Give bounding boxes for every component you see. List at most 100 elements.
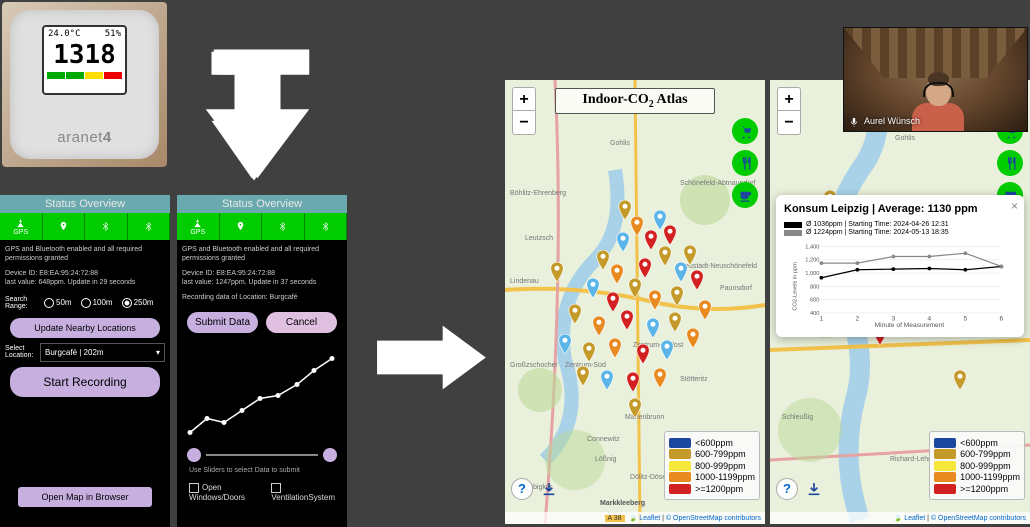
zoom-in-button[interactable]: + [778,88,800,111]
map-pin[interactable] [638,258,653,278]
status-chips: GPS [0,213,170,240]
aranet-brand: aranet4 [10,129,159,146]
chip-location [43,213,86,240]
svg-text:Minute of Measurement: Minute of Measurement [875,322,945,329]
svg-text:400: 400 [810,311,819,317]
map-pin[interactable] [606,292,621,312]
cancel-button[interactable]: Cancel [266,312,337,333]
download-button[interactable] [803,478,825,500]
zoom-in-button[interactable]: + [513,88,535,111]
map-pin[interactable] [616,232,631,252]
map-pin[interactable] [698,300,713,320]
food-filter-button[interactable] [997,150,1023,176]
search-range-label: Search Range: [5,296,35,310]
map-pin[interactable] [550,262,565,282]
aranet-temp: 24.0°C [48,29,81,39]
start-recording-button[interactable]: Start Recording [10,367,160,397]
app-screenshot-config: Status Overview GPS GPS and Bluetooth en… [0,195,170,527]
map-detail[interactable]: Gohlis Schleußig Richard-Lehmann-Straße … [770,80,1030,524]
svg-text:1,200: 1,200 [805,258,819,264]
time-slider[interactable] [187,448,337,462]
bluetooth-icon [277,221,288,232]
download-icon [806,481,822,497]
radio-100m[interactable]: 100m [81,298,113,308]
svg-text:1: 1 [820,315,824,322]
map-pin[interactable] [628,278,643,298]
restaurant-icon [1003,156,1018,171]
map-pin[interactable] [670,286,685,306]
svg-text:6: 6 [1000,315,1004,322]
map-attribution: A 38🍃 Leaflet | © OpenStreetMap contribu… [505,512,765,524]
map-pin[interactable] [626,372,641,392]
arrow-down-icon [200,40,315,190]
popup-chart: CO2-Levels in ppm 4006008001,0001,2001,4… [784,239,1016,329]
map-legend: <600ppm600-799ppm800-999ppm1000-1199ppm>… [664,431,760,500]
map-atlas[interactable]: Gohlis Schönefeld-Abtnaundorf Neustadt-N… [505,80,765,524]
satellite-icon [192,218,203,229]
map-pin[interactable] [646,318,661,338]
cup-icon [738,188,753,203]
pin-icon [235,221,246,232]
svg-text:1,400: 1,400 [805,244,819,250]
svg-text:1,000: 1,000 [805,271,819,277]
map-pin[interactable] [658,246,673,266]
map-pin[interactable] [600,370,615,390]
radio-50m[interactable]: 50m [44,298,72,308]
chip-gps: GPS [0,213,43,240]
app-header: Status Overview [177,195,347,213]
help-button[interactable]: ? [511,478,533,500]
map-attribution: 🍃 Leaflet | © OpenStreetMap contributors [770,512,1030,524]
help-button[interactable]: ? [776,478,798,500]
food-filter-button[interactable] [732,150,758,176]
select-location-label: Select Location: [5,345,35,359]
map-pin[interactable] [582,342,597,362]
map-pin[interactable] [690,270,705,290]
map-pin[interactable] [568,304,583,324]
map-pin[interactable] [592,316,607,336]
radio-250m[interactable]: 250m [122,298,154,308]
location-select[interactable]: Burgcafé | 202m ▾ [40,343,165,362]
zoom-out-button[interactable]: − [778,111,800,134]
bluetooth-icon [143,221,154,232]
zoom-out-button[interactable]: − [513,111,535,134]
map-pin[interactable] [660,340,675,360]
map-pin[interactable] [636,344,651,364]
map-pin[interactable] [686,328,701,348]
map-pin[interactable] [620,310,635,330]
map-pin[interactable] [608,338,623,358]
map-pin[interactable] [628,398,643,418]
aranet-case: 24.0°C 51% 1318 aranet4 [10,10,159,159]
submit-button[interactable]: Submit Data [187,312,258,333]
aranet-level-bars [46,72,123,79]
download-button[interactable] [538,478,560,500]
mini-co2-chart [182,338,342,443]
map-pin[interactable] [683,245,698,265]
open-map-button[interactable]: Open Map in Browser [18,487,152,507]
presenter-name-tag: Aurel Wünsch [849,116,920,127]
svg-text:CO2-Levels in ppm: CO2-Levels in ppm [793,262,799,311]
close-icon[interactable]: × [1011,199,1018,213]
status-text: GPS and Bluetooth enabled and all requir… [0,240,170,293]
map-pin[interactable] [596,250,611,270]
video-call-tile[interactable]: Aurel Wünsch [843,27,1028,132]
map-pin[interactable] [586,278,601,298]
checkbox-vent[interactable]: VentilationSystem [271,483,335,502]
map-pin[interactable] [610,264,625,284]
map-pin[interactable] [663,225,678,245]
map-pin[interactable] [576,366,591,386]
map-pin[interactable] [618,200,633,220]
chip-bt1 [262,213,305,240]
map-pin[interactable] [668,312,683,332]
map-pin[interactable] [648,290,663,310]
shop-filter-button[interactable] [732,118,758,144]
map-pin[interactable] [953,370,968,390]
checkbox-windows[interactable]: Open Windows/Doors [189,483,257,502]
cafe-filter-button[interactable] [732,182,758,208]
map-pin[interactable] [558,334,573,354]
update-nearby-button[interactable]: Update Nearby Locations [10,318,160,338]
map-title: Indoor-CO2 Atlas [555,88,715,114]
zoom-control: + − [512,87,536,135]
map-pin[interactable] [653,368,668,388]
satellite-icon [15,218,26,229]
map-pin[interactable] [644,230,659,250]
